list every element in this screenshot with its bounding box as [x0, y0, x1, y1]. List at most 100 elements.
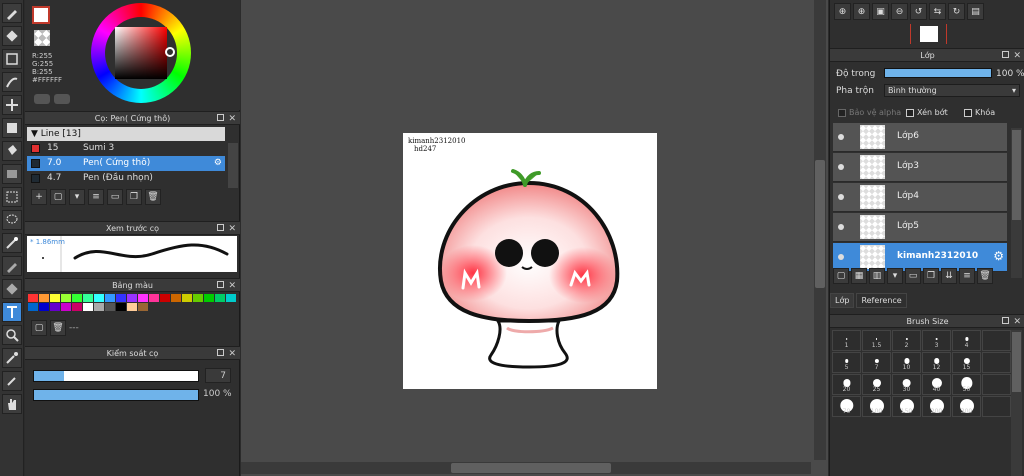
brush-size-cell[interactable]: 50 [952, 374, 981, 395]
brush-size-cell[interactable]: 10 [892, 352, 921, 373]
color-swap-button[interactable] [54, 94, 70, 104]
canvas-horizontal-scrollbar[interactable] [241, 462, 811, 474]
layer-settings-icon[interactable]: ≡ [959, 268, 975, 284]
palette-swatch[interactable] [160, 294, 170, 302]
maximize-icon[interactable] [1002, 317, 1009, 324]
select-pen-tool[interactable] [2, 256, 22, 276]
layer-opacity-slider[interactable] [884, 68, 992, 78]
close-icon[interactable]: ✕ [228, 348, 236, 361]
palette-swatch[interactable] [127, 303, 137, 311]
palette-swatch[interactable] [83, 294, 93, 302]
brush-size-value[interactable]: 7 [205, 368, 231, 383]
layer-row[interactable]: Lớp6 [833, 123, 1007, 152]
horizontal-scroll-thumb[interactable] [451, 463, 611, 473]
brush-size-cell[interactable]: 70 [832, 396, 861, 417]
rect-tool[interactable] [2, 49, 22, 69]
visibility-eye-icon[interactable] [838, 194, 844, 200]
palette-swatch[interactable] [61, 303, 71, 311]
palette-swatch[interactable] [204, 294, 214, 302]
maximize-icon[interactable] [217, 224, 224, 231]
palette-swatch[interactable] [28, 294, 38, 302]
palette-swatch[interactable] [116, 303, 126, 311]
layer-row[interactable]: Lớp3 [833, 153, 1007, 182]
brush-size-scroll-thumb[interactable] [1012, 332, 1021, 392]
brush-size-cell[interactable]: 150 [892, 396, 921, 417]
select-tool[interactable] [2, 187, 22, 207]
bucket-tool[interactable] [2, 141, 22, 161]
close-icon[interactable]: ✕ [228, 113, 236, 126]
zoom-out-icon[interactable]: ⊖ [891, 3, 908, 20]
maximize-icon[interactable] [217, 281, 224, 288]
protect-alpha-checkbox[interactable]: Bảo vệ alpha [838, 108, 901, 117]
flip-icon[interactable]: ⇆ [929, 3, 946, 20]
brush-size-cell[interactable]: 200 [922, 396, 951, 417]
brush-list-item[interactable]: 15 Sumi 3 [27, 141, 225, 156]
gear-icon[interactable]: ⚙ [993, 249, 1004, 263]
palette-swatch[interactable] [72, 303, 82, 311]
navigator-thumbnail[interactable] [910, 24, 947, 44]
brush-size-cell[interactable] [982, 374, 1011, 395]
brush-size-cell[interactable]: 2 [892, 330, 921, 351]
brush-size-cell[interactable] [982, 396, 1011, 417]
palette-swatch[interactable] [105, 294, 115, 302]
visibility-eye-icon[interactable] [838, 164, 844, 170]
delete-palette-icon[interactable]: 🗑 [50, 320, 66, 336]
brush-size-cell[interactable] [982, 330, 1011, 351]
palette-swatch[interactable] [28, 303, 38, 311]
palette-swatch[interactable] [39, 294, 49, 302]
brush-size-cell[interactable]: 7 [862, 352, 891, 373]
zoom-in-icon[interactable]: ⊕ [834, 3, 851, 20]
canvas-vertical-scrollbar[interactable] [814, 0, 826, 460]
lasso-tool[interactable] [2, 210, 22, 230]
text-tool[interactable] [2, 302, 22, 322]
close-icon[interactable]: ✕ [228, 280, 236, 293]
palette-swatch[interactable] [50, 294, 60, 302]
layer-row[interactable]: Lớp4 [833, 183, 1007, 212]
brush-folder-icon[interactable]: ▭ [107, 189, 123, 205]
layer-scroll-thumb[interactable] [1012, 130, 1021, 220]
add-layer-menu-icon[interactable]: ▾ [887, 268, 903, 284]
brush-size-cell[interactable]: 1.5 [862, 330, 891, 351]
brush-size-cell[interactable]: 40 [922, 374, 951, 395]
eyedropper-tool[interactable] [2, 348, 22, 368]
brush-size-cell[interactable]: 15 [952, 352, 981, 373]
hand-tool[interactable] [2, 394, 22, 414]
close-icon[interactable]: ✕ [228, 223, 236, 236]
clipping-checkbox[interactable]: Xén bớt [906, 108, 948, 117]
brush-size-cell[interactable]: 100 [862, 396, 891, 417]
new-brush-icon[interactable]: ▢ [50, 189, 66, 205]
merge-layer-icon[interactable]: ⇊ [941, 268, 957, 284]
operation-tool[interactable] [2, 325, 22, 345]
palette-swatch[interactable] [105, 303, 115, 311]
brush-list-item[interactable]: 7.0 Pen( Cứng thô) ⚙ [27, 156, 225, 171]
new-8bit-layer-icon[interactable]: ▥ [869, 268, 885, 284]
brush-size-cell[interactable]: 300 [952, 396, 981, 417]
foreground-color-swatch[interactable] [32, 6, 50, 24]
zoom-in-alt-icon[interactable]: ⊕ [853, 3, 870, 20]
line-tool[interactable] [2, 72, 22, 92]
delete-brush-icon[interactable]: 🗑 [145, 189, 161, 205]
palette-swatch[interactable] [127, 294, 137, 302]
palette-swatch[interactable] [215, 294, 225, 302]
brush-size-cell[interactable]: 5 [832, 352, 861, 373]
palette-swatch[interactable] [94, 303, 104, 311]
close-icon[interactable]: ✕ [1013, 50, 1021, 63]
hue-marker[interactable] [165, 47, 175, 57]
maximize-icon[interactable] [217, 349, 224, 356]
gear-icon[interactable]: ⚙ [214, 156, 222, 171]
canvas-area[interactable]: kimanh2312010 hd247 [241, 0, 828, 476]
palette-swatch[interactable] [50, 303, 60, 311]
brush-size-scrollbar[interactable] [1011, 330, 1022, 476]
palette-swatch[interactable] [149, 294, 159, 302]
fill-rect-tool[interactable] [2, 118, 22, 138]
palette-swatch[interactable] [226, 294, 236, 302]
visibility-eye-icon[interactable] [838, 224, 844, 230]
brush-size-cell[interactable]: 12 [922, 352, 951, 373]
new-palette-icon[interactable]: ▢ [31, 320, 47, 336]
palette-swatch[interactable] [138, 303, 148, 311]
brush-properties-icon[interactable]: ≡ [88, 189, 104, 205]
transparent-color-swatch[interactable] [34, 30, 50, 46]
palette-swatch[interactable] [83, 303, 93, 311]
duplicate-brush-icon[interactable]: ❐ [126, 189, 142, 205]
brush-size-cell[interactable]: 4 [952, 330, 981, 351]
